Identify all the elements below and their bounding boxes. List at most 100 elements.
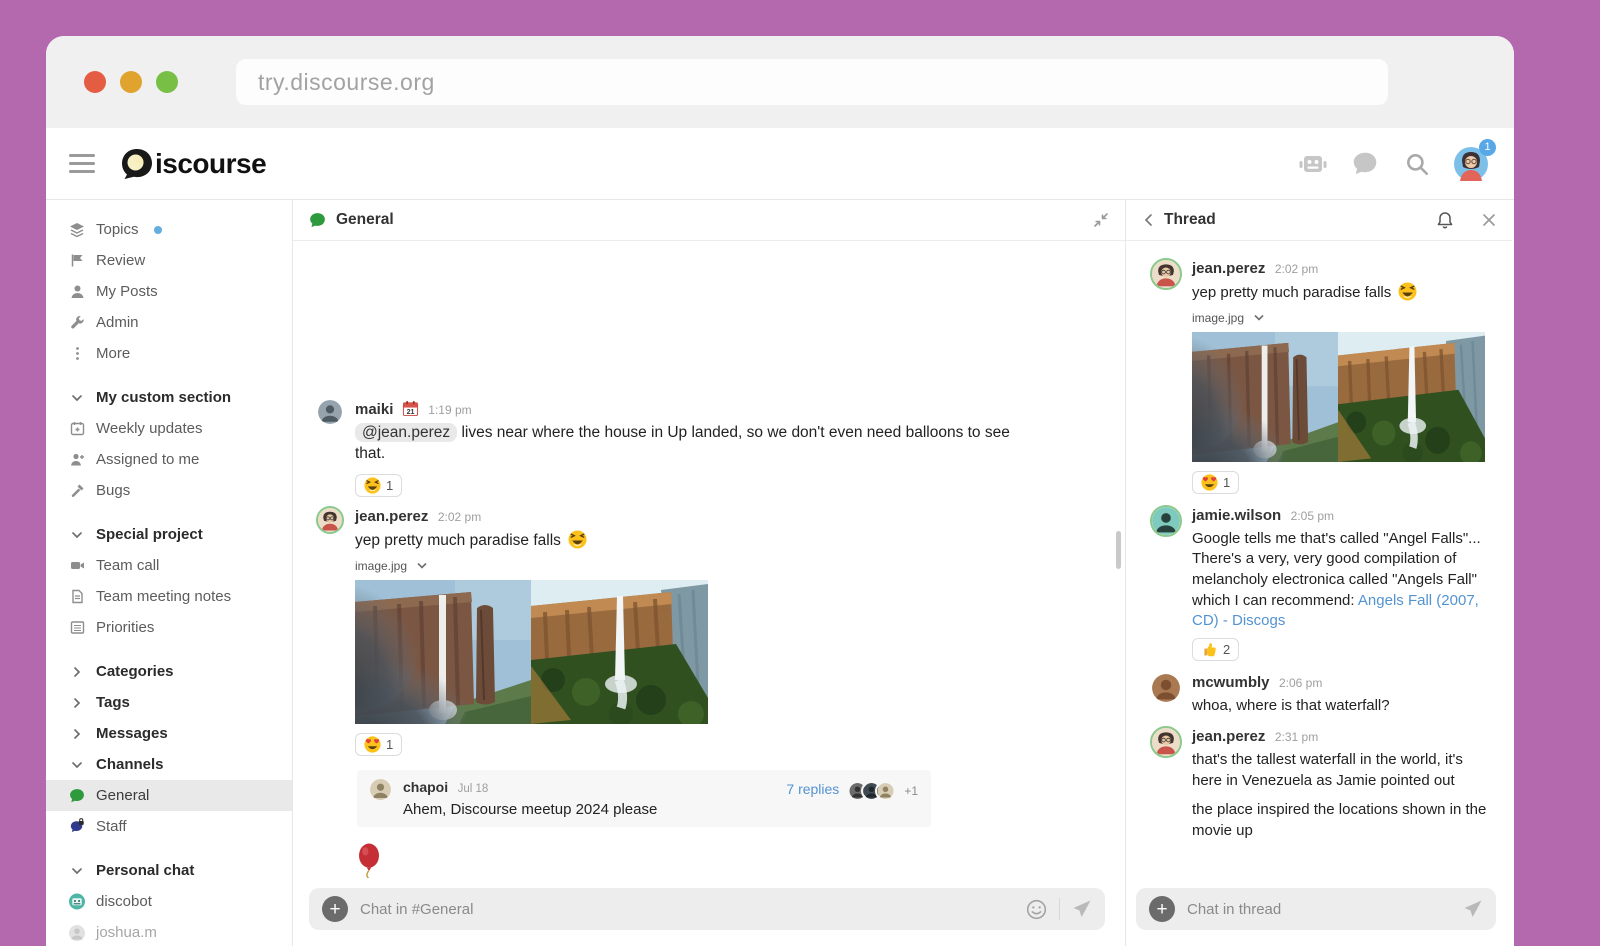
avatar[interactable] (1152, 728, 1180, 756)
attachment-images[interactable] (1192, 332, 1494, 462)
sidebar-item-more[interactable]: More (46, 338, 292, 369)
avatar[interactable] (318, 400, 342, 424)
video-icon (69, 558, 85, 574)
bot-icon[interactable] (1298, 149, 1328, 179)
send-icon[interactable] (1463, 899, 1483, 919)
hammer-icon (69, 483, 85, 499)
sidebar-section-tags[interactable]: Tags (46, 687, 292, 718)
waterfall-image-angel-falls[interactable] (531, 580, 708, 724)
waterfall-image-up-movie[interactable] (1192, 332, 1338, 462)
sidebar-item-label: Priorities (96, 619, 154, 636)
sidebar-section-personal-chat[interactable]: Personal chat (46, 855, 292, 886)
section-title: Tags (96, 694, 130, 711)
reaction-laughing[interactable]: 1 (355, 474, 402, 497)
send-icon[interactable] (1072, 899, 1092, 919)
section-title: Special project (96, 526, 203, 543)
reaction-heart-eyes[interactable]: 1 (1192, 471, 1239, 494)
search-icon[interactable] (1402, 149, 1432, 179)
address-bar[interactable]: try.discourse.org (236, 59, 1388, 105)
user-avatar[interactable]: 1 (1454, 147, 1488, 181)
chevron-down-icon (69, 863, 85, 879)
attachment-toggle[interactable]: image.jpg (355, 559, 708, 573)
chat-icon[interactable] (1350, 149, 1380, 179)
sidebar-item-team-call[interactable]: Team call (46, 550, 292, 581)
sidebar-section-channels[interactable]: Channels (46, 749, 292, 780)
avatar[interactable] (1152, 507, 1180, 535)
avatar[interactable] (1152, 674, 1180, 702)
thread-origin-username[interactable]: chapoi (403, 779, 448, 795)
sidebar-item-admin[interactable]: Admin (46, 307, 292, 338)
zoom-window-button[interactable] (156, 71, 178, 93)
chevron-right-icon (69, 664, 85, 680)
sidebar-section-categories[interactable]: Categories (46, 656, 292, 687)
attachment-toggle[interactable]: image.jpg (1192, 311, 1494, 325)
chat-panel: General maiki 1:19 pm (292, 200, 1126, 946)
message-username[interactable]: jean.perez (1192, 728, 1265, 745)
thread-panel: Thread jean.perez 2:02 pm y (1126, 200, 1512, 946)
sidebar-item-my-posts[interactable]: My Posts (46, 276, 292, 307)
sidebar-item-assigned-to-me[interactable]: Assigned to me (46, 444, 292, 475)
channel-title: General (336, 211, 394, 229)
sidebar-item-label: Topics (96, 221, 139, 238)
bell-icon[interactable] (1436, 211, 1454, 230)
discourse-logo[interactable]: iscourse (120, 148, 266, 180)
sidebar-item-channel-general[interactable]: General (46, 780, 292, 811)
message-username[interactable]: maiki (355, 401, 393, 418)
reaction-count: 1 (1223, 475, 1230, 490)
message-username[interactable]: jean.perez (355, 508, 428, 525)
laughing-emoji (568, 530, 587, 549)
thread-preview-card[interactable]: chapoi Jul 18 Ahem, Discourse meetup 202… (357, 770, 931, 827)
sidebar-item-label: Staff (96, 818, 127, 835)
file-icon (69, 589, 85, 605)
sidebar-item-weekly-updates[interactable]: Weekly updates (46, 413, 292, 444)
message-timestamp: 1:19 pm (428, 403, 471, 417)
emoji-picker-icon[interactable] (1026, 899, 1047, 920)
message-username[interactable]: mcwumbly (1192, 674, 1270, 691)
sidebar-section-my-custom-section[interactable]: My custom section (46, 382, 292, 413)
message-text: that's the tallest waterfall in the worl… (1192, 750, 1494, 791)
chat-message: maiki 1:19 pm @jean.perez lives near whe… (293, 391, 1125, 499)
attach-button[interactable]: + (1149, 896, 1175, 922)
avatar[interactable] (318, 508, 342, 532)
chat-scrollbar[interactable] (1116, 531, 1121, 569)
waterfall-image-up-movie[interactable] (355, 580, 531, 724)
collapse-icon[interactable] (1093, 212, 1109, 228)
reaction-heart-eyes[interactable]: 1 (355, 733, 402, 756)
attachment-images[interactable] (355, 580, 708, 724)
thread-replies-link[interactable]: 7 replies (786, 781, 839, 797)
sidebar-item-label: Admin (96, 314, 139, 331)
attachment-filename: image.jpg (355, 559, 407, 573)
reaction-thumbs-up[interactable]: 2 (1192, 638, 1239, 661)
thread-input[interactable] (1187, 901, 1451, 918)
waterfall-image-angel-falls[interactable] (1338, 332, 1485, 462)
sidebar-item-topics[interactable]: Topics (46, 214, 292, 245)
sidebar-item-label: General (96, 787, 149, 804)
close-icon[interactable] (1482, 213, 1496, 227)
minimize-window-button[interactable] (120, 71, 142, 93)
back-chevron-icon[interactable] (1142, 213, 1154, 227)
thread-more-count: +1 (904, 781, 918, 798)
sidebar-item-priorities[interactable]: Priorities (46, 612, 292, 643)
sidebar-item-review[interactable]: Review (46, 245, 292, 276)
sidebar-item-joshua[interactable]: joshua.m (46, 917, 292, 946)
discourse-wordmark: iscourse (155, 148, 266, 180)
message-username[interactable]: jean.perez (1192, 260, 1265, 277)
chevron-down-icon (69, 757, 85, 773)
avatar[interactable] (1152, 260, 1180, 288)
user-mention[interactable]: @jean.perez (355, 423, 457, 442)
sidebar-item-channel-staff[interactable]: Staff (46, 811, 292, 842)
balloon-emoji (357, 843, 381, 878)
sidebar-section-messages[interactable]: Messages (46, 718, 292, 749)
sidebar-item-discobot[interactable]: discobot (46, 886, 292, 917)
attach-button[interactable]: + (322, 896, 348, 922)
chevron-down-icon (69, 527, 85, 543)
close-window-button[interactable] (84, 71, 106, 93)
sidebar-item-label: joshua.m (96, 924, 157, 941)
sidebar-item-team-meeting-notes[interactable]: Team meeting notes (46, 581, 292, 612)
sidebar-section-special-project[interactable]: Special project (46, 519, 292, 550)
channel-bubble-icon (309, 212, 326, 229)
sidebar-item-bugs[interactable]: Bugs (46, 475, 292, 506)
hamburger-menu-button[interactable] (62, 144, 102, 184)
message-username[interactable]: jamie.wilson (1192, 507, 1281, 524)
chat-input[interactable] (360, 901, 1014, 918)
